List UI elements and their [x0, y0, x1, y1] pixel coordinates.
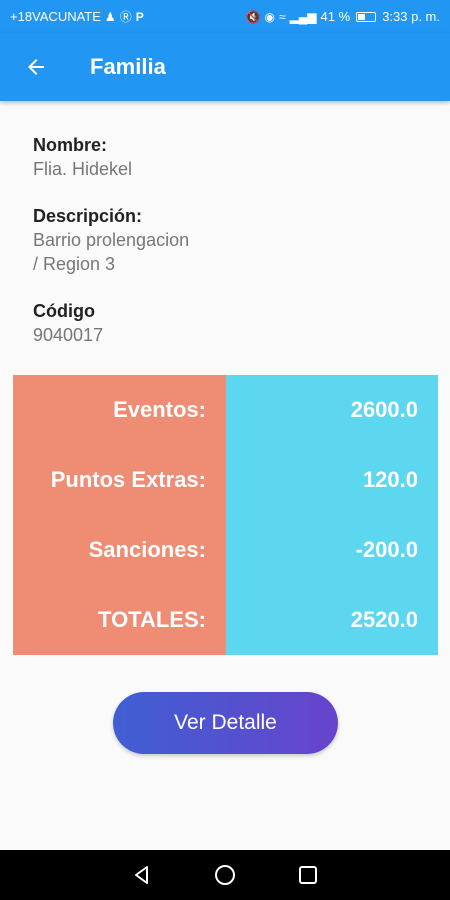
family-details: Nombre: Flia. Hidekel Descripción: Barri…	[33, 133, 413, 370]
summary-values: 2600.0 120.0 -200.0 2520.0	[226, 375, 438, 655]
system-nav-bar	[0, 850, 450, 900]
summary-labels: Eventos: Puntos Extras: Sanciones: TOTAL…	[13, 375, 226, 655]
circle-home-icon	[214, 865, 235, 885]
eye-icon: ◉	[264, 9, 275, 24]
parking-icon: P	[135, 9, 144, 24]
mute-icon: 🔇	[245, 9, 261, 24]
summary-label: Eventos:	[113, 397, 206, 422]
status-right: 🔇 ◉ ≈ ▂▄▆ 41 % 3:33 p. m.	[246, 9, 440, 24]
summary-value: 120.0	[362, 467, 418, 492]
status-left: +18VACUNATE ♟ Ⓡ P	[10, 9, 144, 24]
copyright-icon: Ⓡ	[119, 9, 132, 24]
summary-value: -200.0	[355, 537, 418, 562]
summary-label: Puntos Extras:	[50, 467, 206, 492]
nav-recents-button[interactable]	[288, 855, 328, 895]
summary-label: TOTALES:	[98, 607, 206, 632]
nav-back-button[interactable]	[122, 855, 162, 895]
nombre-field: Nombre: Flia. Hidekel	[33, 133, 413, 181]
signal-icon: ▂▄▆	[289, 9, 317, 24]
status-bar: +18VACUNATE ♟ Ⓡ P 🔇 ◉ ≈ ▂▄▆ 41 % 3:33 p.…	[0, 0, 450, 33]
status-time: 3:33 p. m.	[382, 9, 440, 24]
descripcion-field: Descripción: Barrio prolengacion / Regio…	[33, 204, 413, 276]
battery-icon	[356, 11, 377, 22]
arrow-left-icon	[28, 59, 44, 75]
nombre-label: Nombre:	[33, 135, 108, 155]
app-bar: Familia	[0, 33, 450, 101]
codigo-value: 9040017	[33, 325, 104, 345]
descripcion-label: Descripción:	[33, 206, 143, 226]
battery-percent: 41 %	[320, 9, 351, 24]
ver-detalle-button[interactable]: Ver Detalle	[113, 692, 338, 754]
points-summary: Eventos: Puntos Extras: Sanciones: TOTAL…	[13, 375, 438, 655]
descripcion-value: Barrio prolengacion / Region 3	[33, 230, 190, 274]
status-left-text: +18VACUNATE	[10, 9, 101, 24]
summary-label: Sanciones:	[88, 537, 206, 562]
back-button[interactable]	[0, 33, 72, 101]
nombre-value: Flia. Hidekel	[33, 159, 133, 179]
summary-value: 2600.0	[350, 397, 418, 422]
accessibility-icon: ♟	[104, 9, 116, 24]
triangle-back-icon	[134, 866, 148, 884]
page-title: Familia	[90, 54, 166, 79]
codigo-field: Código 9040017	[33, 299, 413, 347]
nav-home-button[interactable]	[205, 855, 245, 895]
codigo-label: Código	[33, 301, 95, 321]
wifi-icon: ≈	[278, 9, 286, 24]
summary-value: 2520.0	[350, 607, 418, 632]
square-recents-icon	[299, 866, 318, 884]
